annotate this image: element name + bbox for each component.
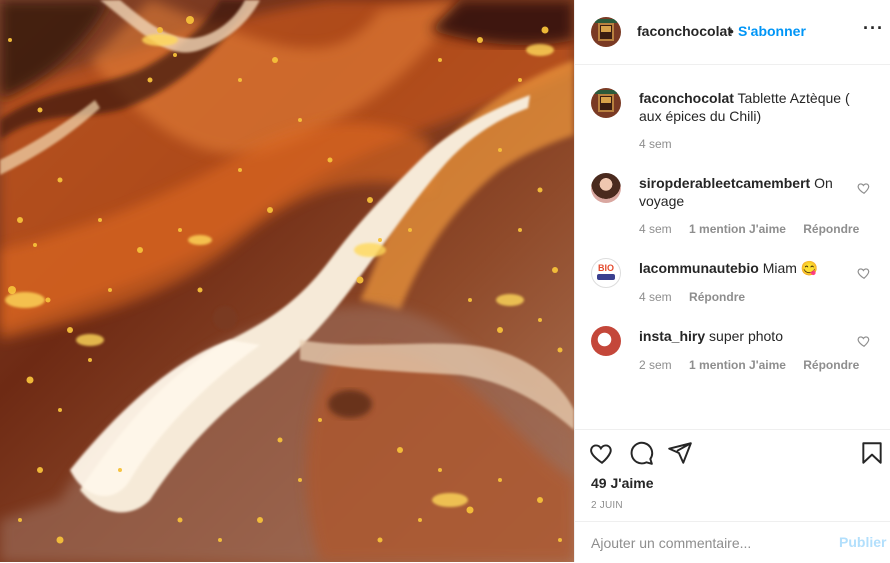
comment-time[interactable]: 4 sem — [639, 137, 672, 151]
follow-button[interactable]: S'abonner — [738, 23, 806, 39]
comment-icon[interactable] — [628, 440, 654, 466]
comment-body: insta_hiry super photo — [639, 327, 853, 345]
more-options-icon[interactable]: ··· — [863, 18, 884, 39]
reply-button[interactable]: Répondre — [689, 290, 745, 304]
comment-meta: 4 sem Répondre — [639, 290, 759, 304]
comment-meta: 4 sem — [639, 137, 686, 151]
likes-count[interactable]: 49 J'aime — [591, 475, 654, 491]
comment-body: siropderableetcamembert On voyage — [639, 174, 853, 210]
chocolate-marble-image — [0, 0, 574, 562]
author-username[interactable]: faconchocolat — [637, 23, 732, 39]
comments-list: faconchocolat Tablette Aztèque ( aux épi… — [575, 65, 890, 429]
author-avatar[interactable] — [591, 17, 621, 47]
add-comment-bar: Publier — [575, 521, 890, 563]
reply-button[interactable]: Répondre — [803, 222, 859, 236]
comment-time[interactable]: 4 sem — [639, 222, 672, 236]
bio-logo-text: BIO — [597, 263, 614, 273]
paper-plane-icon[interactable] — [667, 440, 693, 466]
bookmark-icon[interactable] — [859, 440, 885, 466]
commenter-avatar[interactable] — [591, 88, 621, 118]
post-header: faconchocolat • S'abonner ··· — [575, 0, 890, 65]
separator-dot: • — [729, 23, 734, 39]
comment-username[interactable]: insta_hiry — [639, 328, 705, 344]
commenter-avatar[interactable]: BIO — [591, 258, 621, 288]
comment-text: Miam 😋 — [762, 260, 819, 276]
reply-button[interactable]: Répondre — [803, 358, 859, 372]
post-date[interactable]: 2 JUIN — [591, 500, 623, 511]
heart-icon[interactable] — [589, 440, 615, 466]
publish-button[interactable]: Publier — [839, 534, 886, 550]
comment-meta: 2 sem 1 mention J'aime Répondre — [639, 358, 873, 372]
shop-window — [601, 97, 611, 103]
bio-logo-band — [597, 274, 615, 280]
comment-time[interactable]: 4 sem — [639, 290, 672, 304]
commenter-avatar[interactable] — [591, 173, 621, 203]
comment-body: lacommunautebio Miam 😋 — [639, 259, 853, 277]
comment-username[interactable]: siropderableetcamembert — [639, 175, 810, 191]
comment-like-heart-icon[interactable] — [857, 266, 871, 280]
comment-time[interactable]: 2 sem — [639, 358, 672, 372]
comment-like-heart-icon[interactable] — [857, 181, 871, 195]
post-actions: 49 J'aime 2 JUIN — [575, 429, 890, 522]
comment-username[interactable]: lacommunautebio — [639, 260, 759, 276]
post-photo[interactable] — [0, 0, 574, 562]
comment-likes[interactable]: 1 mention J'aime — [689, 358, 786, 372]
comment-input[interactable] — [589, 534, 823, 552]
comment-meta: 4 sem 1 mention J'aime Répondre — [639, 222, 873, 236]
comment-likes[interactable]: 1 mention J'aime — [689, 222, 786, 236]
commenter-avatar[interactable] — [591, 326, 621, 356]
shop-window — [601, 26, 611, 32]
comment-body: faconchocolat Tablette Aztèque ( aux épi… — [639, 89, 853, 125]
post-side-panel: faconchocolat • S'abonner ··· faconchoco… — [574, 0, 890, 562]
comment-username[interactable]: faconchocolat — [639, 90, 734, 106]
comment-text: super photo — [709, 328, 783, 344]
comment-like-heart-icon[interactable] — [857, 334, 871, 348]
